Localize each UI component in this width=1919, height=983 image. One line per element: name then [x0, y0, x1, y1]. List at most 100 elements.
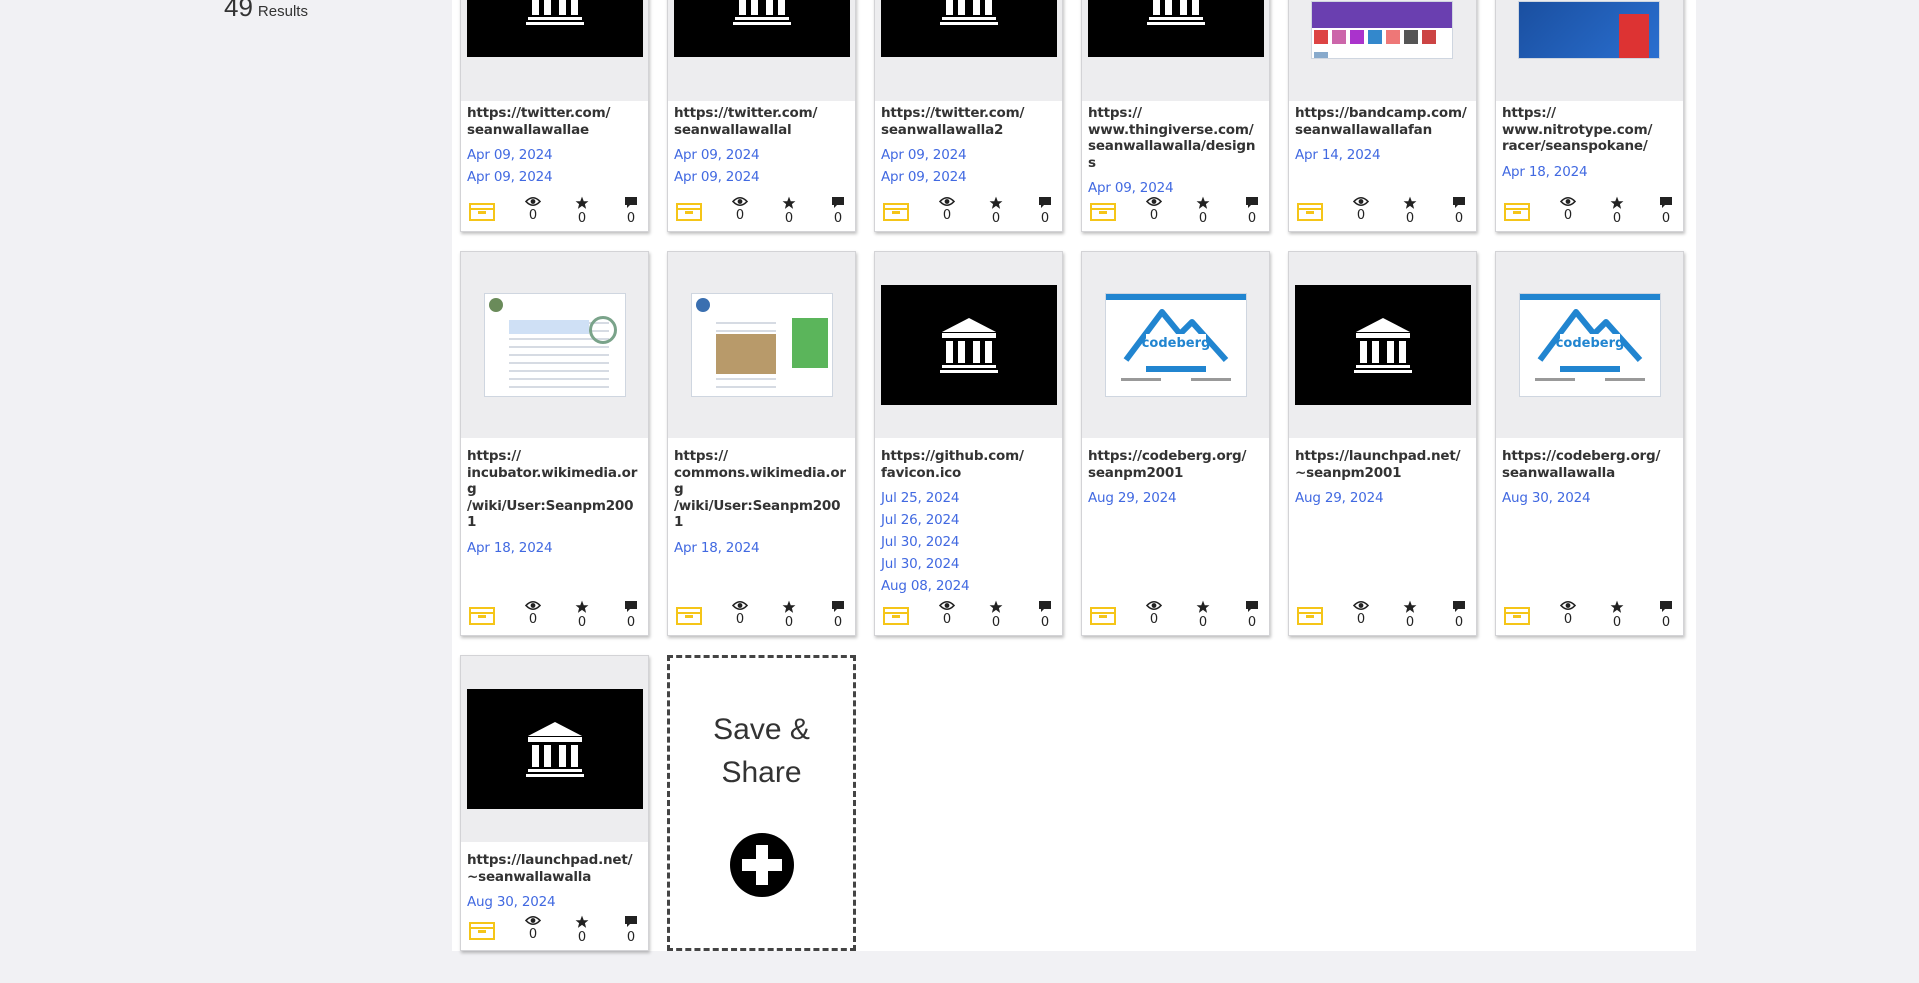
capture-date-link[interactable]: Apr 09, 2024	[467, 144, 642, 166]
card-url[interactable]: https://github.com/ favicon.ico	[881, 448, 1056, 481]
card-url[interactable]: https:// www.nitrotype.com/ racer/seansp…	[1502, 105, 1677, 155]
capture-date-link[interactable]: Apr 14, 2024	[1295, 144, 1470, 166]
stars-stat[interactable]: 0	[572, 915, 592, 945]
card-thumbnail[interactable]	[461, 656, 648, 842]
comments-stat[interactable]: 0	[1449, 600, 1469, 630]
stars-stat[interactable]: 0	[779, 600, 799, 630]
comments-stat[interactable]: 0	[1242, 196, 1262, 226]
comments-stat[interactable]: 0	[1242, 600, 1262, 630]
comments-count: 0	[626, 930, 636, 945]
result-card[interactable]: https:// commons.wikimedia.org /wiki/Use…	[667, 251, 856, 636]
capture-date-link[interactable]: Apr 09, 2024	[674, 166, 849, 188]
result-card[interactable]: https://launchpad.net/ ~seanpm2001 Aug 29…	[1288, 251, 1477, 636]
stars-stat[interactable]: 0	[1400, 196, 1420, 226]
folder-icon[interactable]	[469, 607, 495, 629]
card-url[interactable]: https://launchpad.net/ ~seanpm2001	[1295, 448, 1470, 481]
card-url[interactable]: https:// www.thingiverse.com/ seanwallaw…	[1088, 105, 1263, 171]
card-url[interactable]: https:// commons.wikimedia.org /wiki/Use…	[674, 448, 849, 531]
card-thumbnail[interactable]	[875, 252, 1062, 438]
capture-date-link[interactable]: Apr 18, 2024	[1502, 161, 1677, 183]
folder-icon[interactable]	[1297, 607, 1323, 629]
capture-date-link[interactable]: Aug 30, 2024	[1502, 487, 1677, 509]
comments-stat[interactable]: 0	[1656, 196, 1676, 226]
card-url[interactable]: https://codeberg.org/ seanwallawalla	[1502, 448, 1677, 481]
card-thumbnail[interactable]	[461, 252, 648, 438]
card-thumbnail[interactable]	[1289, 252, 1476, 438]
stars-stat[interactable]: 0	[779, 196, 799, 226]
stars-stat[interactable]: 0	[986, 600, 1006, 630]
card-url[interactable]: https://bandcamp.com/ seanwallawallafan	[1295, 105, 1470, 138]
folder-icon[interactable]	[883, 607, 909, 629]
result-card[interactable]: https:// incubator.wikimedia.org /wiki/U…	[460, 251, 649, 636]
card-url[interactable]: https://twitter.com/ seanwallawalla2	[881, 105, 1056, 138]
capture-date-link[interactable]: Aug 08, 2024	[881, 575, 1056, 597]
comments-stat[interactable]: 0	[621, 915, 641, 945]
capture-date-link[interactable]: Jul 26, 2024	[881, 509, 1056, 531]
capture-date-link[interactable]: Apr 09, 2024	[881, 166, 1056, 188]
capture-date-link[interactable]: Jul 30, 2024	[881, 531, 1056, 553]
card-thumbnail[interactable]	[668, 252, 855, 438]
card-thumbnail[interactable]	[668, 0, 855, 101]
stars-stat[interactable]: 0	[986, 196, 1006, 226]
card-url[interactable]: https://launchpad.net/ ~seanwallawalla	[467, 852, 642, 885]
capture-date-link[interactable]: Apr 18, 2024	[674, 537, 849, 559]
folder-icon[interactable]	[883, 203, 909, 225]
comments-stat[interactable]: 0	[1035, 600, 1055, 630]
capture-date-link[interactable]: Apr 09, 2024	[881, 144, 1056, 166]
comments-stat[interactable]: 0	[621, 600, 641, 630]
card-thumbnail[interactable]	[461, 0, 648, 101]
result-card[interactable]: https:// www.nitrotype.com/ racer/seansp…	[1495, 0, 1684, 232]
card-url[interactable]: https://twitter.com/ seanwallawallal	[674, 105, 849, 138]
folder-icon[interactable]	[676, 203, 702, 225]
capture-date-link[interactable]: Aug 29, 2024	[1088, 487, 1263, 509]
stars-stat[interactable]: 0	[572, 600, 592, 630]
card-thumbnail[interactable]	[1289, 0, 1476, 101]
stars-stat[interactable]: 0	[1607, 196, 1627, 226]
comments-stat[interactable]: 0	[1035, 196, 1055, 226]
archive-icon	[467, 0, 643, 57]
save-and-share-button[interactable]: Save & Share	[667, 655, 856, 951]
result-card[interactable]: https://twitter.com/ seanwallawallal Apr …	[667, 0, 856, 232]
capture-date-link[interactable]: Apr 09, 2024	[674, 144, 849, 166]
result-card[interactable]: https://twitter.com/ seanwallawallae Apr …	[460, 0, 649, 232]
capture-date-link[interactable]: Aug 29, 2024	[1295, 487, 1470, 509]
result-card[interactable]: https:// www.thingiverse.com/ seanwallaw…	[1081, 0, 1270, 232]
card-url[interactable]: https://twitter.com/ seanwallawallae	[467, 105, 642, 138]
comments-stat[interactable]: 0	[1449, 196, 1469, 226]
capture-date-link[interactable]: Apr 09, 2024	[467, 166, 642, 188]
result-card[interactable]: codeberg https://codeberg.org/ seanpm2001…	[1081, 251, 1270, 636]
result-card[interactable]: https://launchpad.net/ ~seanwallawalla Au…	[460, 655, 649, 951]
result-card[interactable]: https://bandcamp.com/ seanwallawallafan A…	[1288, 0, 1477, 232]
card-url[interactable]: https://codeberg.org/ seanpm2001	[1088, 448, 1263, 481]
card-thumbnail[interactable]	[1496, 0, 1683, 101]
stars-stat[interactable]: 0	[1193, 600, 1213, 630]
capture-date-link[interactable]: Apr 18, 2024	[467, 537, 642, 559]
comments-stat[interactable]: 0	[828, 600, 848, 630]
folder-icon[interactable]	[1090, 203, 1116, 225]
folder-icon[interactable]	[1090, 607, 1116, 629]
comments-stat[interactable]: 0	[1656, 600, 1676, 630]
capture-date-link[interactable]: Jul 25, 2024	[881, 487, 1056, 509]
folder-icon[interactable]	[676, 607, 702, 629]
folder-icon[interactable]	[469, 203, 495, 225]
folder-icon[interactable]	[1504, 203, 1530, 225]
folder-icon[interactable]	[469, 922, 495, 944]
card-thumbnail[interactable]	[875, 0, 1062, 101]
result-card[interactable]: https://github.com/ favicon.ico Jul 25, 2…	[874, 251, 1063, 636]
card-thumbnail[interactable]: codeberg	[1496, 252, 1683, 438]
folder-icon[interactable]	[1297, 203, 1323, 225]
folder-icon[interactable]	[1504, 607, 1530, 629]
result-card[interactable]: codeberg https://codeberg.org/ seanwallaw…	[1495, 251, 1684, 636]
stars-stat[interactable]: 0	[1193, 196, 1213, 226]
comments-stat[interactable]: 0	[828, 196, 848, 226]
stars-stat[interactable]: 0	[572, 196, 592, 226]
result-card[interactable]: https://twitter.com/ seanwallawalla2 Apr …	[874, 0, 1063, 232]
capture-date-link[interactable]: Jul 30, 2024	[881, 553, 1056, 575]
capture-date-link[interactable]: Aug 30, 2024	[467, 891, 642, 913]
comments-stat[interactable]: 0	[621, 196, 641, 226]
stars-stat[interactable]: 0	[1400, 600, 1420, 630]
card-thumbnail[interactable]	[1082, 0, 1269, 101]
card-thumbnail[interactable]: codeberg	[1082, 252, 1269, 438]
stars-stat[interactable]: 0	[1607, 600, 1627, 630]
card-url[interactable]: https:// incubator.wikimedia.org /wiki/U…	[467, 448, 642, 531]
